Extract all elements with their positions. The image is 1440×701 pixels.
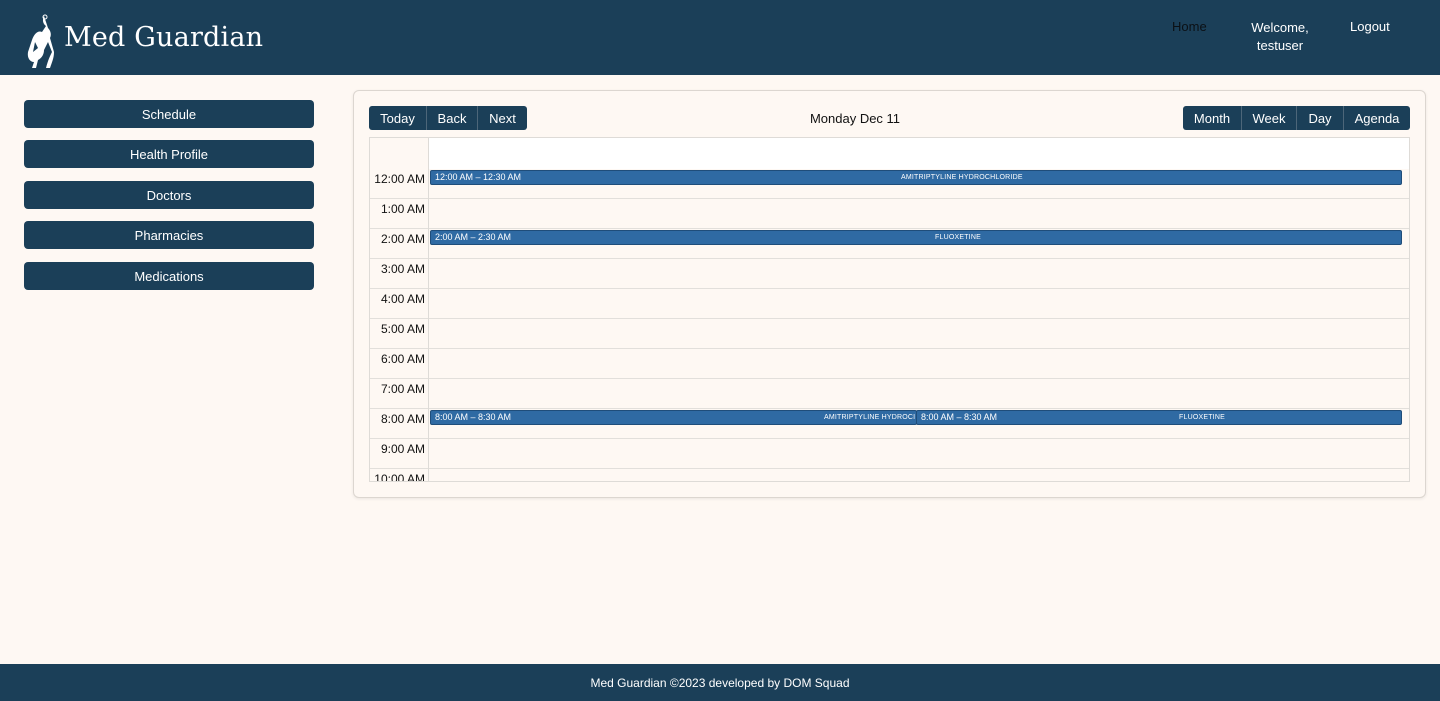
- month-view-button[interactable]: Month: [1183, 106, 1242, 130]
- event-time: 12:00 AM – 12:30 AM: [435, 172, 522, 182]
- sidebar-item-health-profile[interactable]: Health Profile: [24, 140, 314, 168]
- calendar-event[interactable]: 2:00 AM – 2:30 AM FLUOXETINE: [430, 230, 1402, 245]
- time-slot[interactable]: [429, 319, 1409, 349]
- day-time-grid[interactable]: 12:00 AM 1:00 AM 2:00 AM 3:00 AM 4:00 AM…: [369, 137, 1410, 482]
- hour-row: 10:00 AM: [370, 469, 1409, 481]
- calendar-event[interactable]: 8:00 AM – 8:30 AM AMITRIPTYLINE HYDROCI: [430, 410, 917, 425]
- welcome-message: Welcome, testuser: [1240, 19, 1320, 55]
- hour-label: 4:00 AM: [370, 289, 429, 319]
- time-slot[interactable]: [429, 259, 1409, 289]
- calendar-nav-group: Today Back Next: [369, 106, 527, 130]
- calendar-event[interactable]: 12:00 AM – 12:30 AM AMITRIPTYLINE HYDROC…: [430, 170, 1402, 185]
- hour-row: 6:00 AM: [370, 349, 1409, 379]
- hour-label: 7:00 AM: [370, 379, 429, 409]
- hour-row: 9:00 AM: [370, 439, 1409, 469]
- time-slot[interactable]: [429, 469, 1409, 481]
- week-view-button[interactable]: Week: [1242, 106, 1297, 130]
- time-slot[interactable]: [429, 439, 1409, 469]
- top-header: Med Guardian Home Welcome, testuser Logo…: [0, 0, 1440, 75]
- event-title: AMITRIPTYLINE HYDROCHLORIDE: [901, 174, 1023, 181]
- hour-row: 7:00 AM: [370, 379, 1409, 409]
- event-title: FLUOXETINE: [935, 234, 981, 241]
- nav-home-link[interactable]: Home: [1172, 19, 1207, 34]
- time-slot[interactable]: [429, 349, 1409, 379]
- hour-row: 5:00 AM: [370, 319, 1409, 349]
- hour-label: 3:00 AM: [370, 259, 429, 289]
- agenda-view-button[interactable]: Agenda: [1344, 106, 1410, 130]
- hour-label: 10:00 AM: [370, 469, 429, 481]
- event-time: 8:00 AM – 8:30 AM: [435, 412, 512, 422]
- page-footer: Med Guardian ©2023 developed by DOM Squa…: [0, 664, 1440, 701]
- welcome-label: Welcome,: [1251, 20, 1309, 35]
- hour-label: 12:00 AM: [370, 169, 429, 199]
- day-view-button[interactable]: Day: [1297, 106, 1344, 130]
- time-slot[interactable]: [429, 199, 1409, 229]
- hour-label: 9:00 AM: [370, 439, 429, 469]
- hour-label: 2:00 AM: [370, 229, 429, 259]
- next-button[interactable]: Next: [478, 106, 527, 130]
- all-day-cell[interactable]: [429, 138, 1409, 169]
- event-title: AMITRIPTYLINE HYDROCI: [824, 414, 916, 421]
- calendar-event[interactable]: 8:00 AM – 8:30 AM FLUOXETINE: [916, 410, 1402, 425]
- hour-label: 6:00 AM: [370, 349, 429, 379]
- footer-text: Med Guardian ©2023 developed by DOM Squa…: [590, 675, 850, 690]
- hour-label: 1:00 AM: [370, 199, 429, 229]
- calendar-view-group: Month Week Day Agenda: [1183, 106, 1410, 130]
- sidebar-item-medications[interactable]: Medications: [24, 262, 314, 290]
- hour-row: 1:00 AM: [370, 199, 1409, 229]
- username-label: testuser: [1256, 38, 1304, 53]
- back-button[interactable]: Back: [427, 106, 478, 130]
- brand-title[interactable]: Med Guardian: [64, 22, 263, 53]
- logout-link[interactable]: Logout: [1350, 19, 1390, 34]
- hour-label: 5:00 AM: [370, 319, 429, 349]
- time-slot[interactable]: [429, 379, 1409, 409]
- today-button[interactable]: Today: [369, 106, 427, 130]
- time-slot[interactable]: [429, 289, 1409, 319]
- event-time: 2:00 AM – 2:30 AM: [435, 232, 512, 242]
- all-day-gutter: [370, 138, 429, 169]
- sidebar-item-doctors[interactable]: Doctors: [24, 181, 314, 209]
- event-title: FLUOXETINE: [1179, 414, 1225, 421]
- hour-label: 8:00 AM: [370, 409, 429, 439]
- sidebar-item-schedule[interactable]: Schedule: [24, 100, 314, 128]
- hour-row: 4:00 AM: [370, 289, 1409, 319]
- sidebar-item-pharmacies[interactable]: Pharmacies: [24, 221, 314, 249]
- hour-row: 3:00 AM: [370, 259, 1409, 289]
- med-guardian-logo-icon[interactable]: [22, 12, 56, 70]
- all-day-row: [370, 138, 1409, 169]
- event-time: 8:00 AM – 8:30 AM: [921, 412, 998, 422]
- calendar-date-title: Monday Dec 11: [809, 111, 901, 126]
